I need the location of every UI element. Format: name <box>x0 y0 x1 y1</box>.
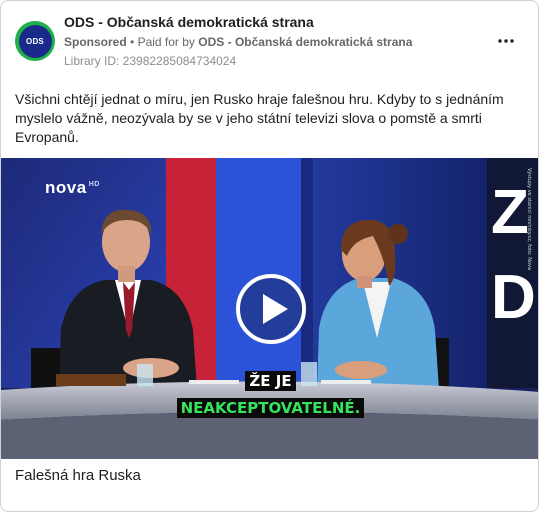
ad-headline[interactable]: Falešná hra Ruska <box>15 467 141 484</box>
paid-for-prefix: Paid for by <box>137 35 195 49</box>
paid-for-name: ODS - Občanská demokratická strana <box>198 35 413 49</box>
page-name[interactable]: ODS - Občanská demokratická strana <box>64 14 314 30</box>
subtitle-line-1: ŽE JE <box>1 371 538 391</box>
side-credit-text: Výstupy ve stanici novinky.cz, foto: Nov… <box>526 168 532 271</box>
subtitle-line-2: NEAKCEPTOVATELNÉ. <box>1 398 538 418</box>
play-button[interactable] <box>236 274 306 344</box>
separator-dot: • <box>130 35 138 49</box>
channel-logo: nova HD <box>45 178 100 198</box>
channel-logo-text: nova <box>45 178 87 197</box>
sponsored-line: Sponsored • Paid for by ODS - Občanská d… <box>64 35 412 49</box>
channel-logo-suffix: HD <box>88 181 100 189</box>
post-body-text: Všichni chtějí jednat o míru, jen Rusko … <box>15 91 504 145</box>
subtitle-line-1-text: ŽE JE <box>245 371 296 391</box>
sponsored-label: Sponsored <box>64 35 127 49</box>
more-horizontal-icon <box>498 39 514 43</box>
page-avatar[interactable]: ODS <box>15 21 55 61</box>
play-icon <box>236 274 306 344</box>
video-player[interactable]: Z D nova HD Výstupy ve stanici novinky.c… <box>1 158 538 459</box>
ods-logo: ODS <box>18 24 52 58</box>
library-id: Library ID: 23982285084734024 <box>64 54 237 68</box>
ad-card: ODS ODS - Občanská demokratická strana S… <box>0 0 539 512</box>
more-options-button[interactable] <box>494 33 518 49</box>
subtitle-line-2-text: NEAKCEPTOVATELNÉ. <box>176 398 365 418</box>
avatar-text: ODS <box>26 36 44 46</box>
